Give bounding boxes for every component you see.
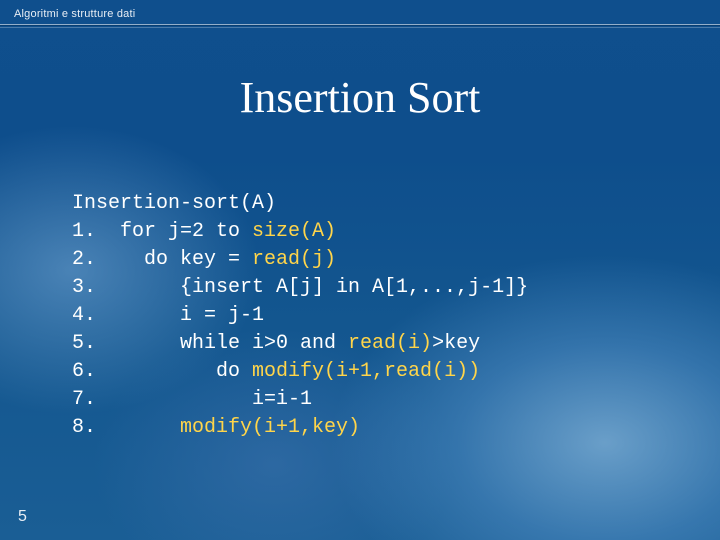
code-line-5a: 5. while i>0 and	[72, 332, 348, 355]
code-line-2-highlight: read(j)	[252, 248, 336, 271]
code-line-3: 3. {insert A[j] in A[1,...,j-1]}	[72, 276, 528, 299]
code-line-1-highlight: size(A)	[252, 220, 336, 243]
code-block: Insertion-sort(A) 1. for j=2 to size(A) …	[72, 190, 528, 442]
slide-number: 5	[18, 508, 27, 526]
code-line-0: Insertion-sort(A)	[72, 192, 276, 215]
header-divider-shadow	[0, 27, 720, 28]
code-line-1a: 1. for j=2 to	[72, 220, 252, 243]
code-line-6-highlight: modify(i+1,read(i))	[252, 360, 480, 383]
code-line-8-highlight: modify(i+1,key)	[180, 416, 360, 439]
code-line-8a: 8.	[72, 416, 180, 439]
header-divider	[0, 24, 720, 26]
code-line-5-highlight: read(i)	[348, 332, 432, 355]
code-line-2a: 2. do key =	[72, 248, 252, 271]
code-line-7: 7. i=i-1	[72, 388, 312, 411]
code-line-6a: 6. do	[72, 360, 252, 383]
code-line-4: 4. i = j-1	[72, 304, 264, 327]
code-line-5c: >key	[432, 332, 480, 355]
slide: Algoritmi e strutture dati Insertion Sor…	[0, 0, 720, 540]
header-course: Algoritmi e strutture dati	[14, 8, 135, 20]
slide-title: Insertion Sort	[0, 72, 720, 123]
